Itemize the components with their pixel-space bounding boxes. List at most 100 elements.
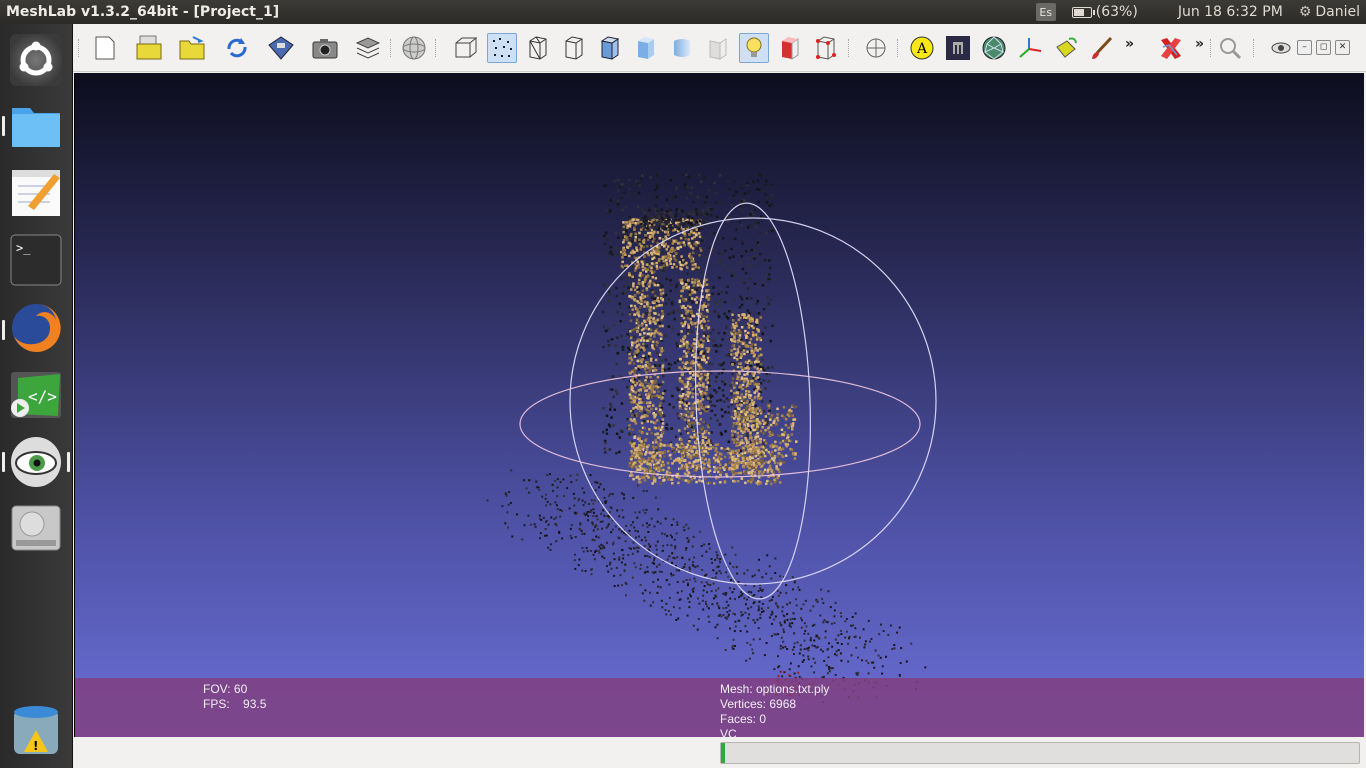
- point: [719, 398, 722, 402]
- paint-button[interactable]: [1051, 33, 1081, 63]
- minimize-subwindow-button[interactable]: –: [1297, 40, 1312, 55]
- meshlab-view-button[interactable]: [1266, 33, 1296, 63]
- trackball-sphere-button[interactable]: [399, 33, 429, 63]
- point: [687, 584, 689, 587]
- point: [656, 394, 659, 397]
- restore-subwindow-button[interactable]: ◻: [1316, 40, 1331, 55]
- show-layers-button[interactable]: [353, 33, 383, 63]
- point: [808, 646, 810, 649]
- point: [692, 469, 696, 472]
- save-button[interactable]: [266, 33, 296, 63]
- point: [664, 335, 668, 338]
- point: [715, 551, 718, 554]
- launcher-terminal[interactable]: >_: [10, 234, 62, 286]
- light-toggle-button[interactable]: [739, 33, 769, 63]
- point: [742, 462, 745, 465]
- selected-faces-button[interactable]: [811, 33, 841, 63]
- point: [687, 367, 690, 370]
- point: [750, 416, 753, 420]
- point-cloud-scene[interactable]: [75, 73, 1364, 737]
- delete-selection-button[interactable]: [1156, 33, 1186, 63]
- trackball-toggle-button[interactable]: [861, 33, 891, 63]
- point: [734, 625, 737, 628]
- new-document-button[interactable]: [90, 33, 120, 63]
- raster-button[interactable]: [943, 33, 973, 63]
- point: [771, 457, 774, 460]
- point: [686, 272, 689, 275]
- point: [643, 410, 646, 414]
- point: [603, 514, 606, 517]
- point: [688, 558, 691, 561]
- point: [669, 534, 672, 537]
- point: [741, 267, 745, 271]
- point: [801, 660, 804, 663]
- launcher-disk[interactable]: [10, 502, 62, 554]
- point: [712, 482, 716, 485]
- zoom-button[interactable]: [1215, 33, 1245, 63]
- launcher-text-editor[interactable]: [10, 166, 62, 218]
- point: [756, 241, 759, 244]
- launcher-code-editor[interactable]: </>: [10, 370, 62, 422]
- point: [701, 599, 704, 602]
- close-subwindow-button[interactable]: ✕: [1335, 40, 1350, 55]
- point: [750, 346, 753, 350]
- point: [698, 422, 701, 426]
- launcher-ubuntu-dash[interactable]: [10, 34, 62, 86]
- toolbar-overflow-chevron[interactable]: »: [1125, 36, 1134, 52]
- wireframe-render-button[interactable]: [523, 33, 553, 63]
- launcher-trash[interactable]: !: [10, 704, 62, 756]
- point: [689, 466, 692, 469]
- main-toolbar: A » » – ◻ ✕: [73, 24, 1366, 72]
- point: [822, 602, 825, 605]
- keyboard-layout-indicator[interactable]: Es: [1035, 3, 1056, 21]
- clock[interactable]: Jun 18 6:32 PM: [1178, 4, 1283, 20]
- point: [603, 557, 606, 560]
- launcher-firefox[interactable]: [10, 302, 62, 354]
- point: [744, 360, 748, 364]
- user-menu[interactable]: ⚙ Daniel: [1299, 4, 1360, 20]
- toolbar-overflow-chevron[interactable]: »: [1195, 36, 1204, 52]
- point: [658, 347, 662, 350]
- flat-lines-render-button[interactable]: [595, 33, 625, 63]
- bounding-box-button[interactable]: [451, 33, 481, 63]
- battery-indicator[interactable]: (63%): [1071, 4, 1138, 20]
- point: [724, 410, 727, 414]
- point: [645, 539, 647, 542]
- point: [674, 215, 677, 218]
- mesh-quality-button[interactable]: [979, 33, 1009, 63]
- point: [717, 466, 720, 470]
- point: [803, 648, 806, 651]
- point: [691, 388, 694, 391]
- annotation-button[interactable]: A: [907, 33, 937, 63]
- point: [641, 337, 644, 340]
- delete-x-icon: [1161, 38, 1181, 59]
- points-render-button[interactable]: [487, 33, 517, 63]
- point: [695, 454, 699, 457]
- flat-render-button[interactable]: [631, 33, 661, 63]
- reload-button[interactable]: [222, 33, 252, 63]
- point: [671, 462, 674, 465]
- point: [665, 248, 668, 251]
- point: [659, 428, 663, 432]
- screenshot-button[interactable]: [310, 33, 340, 63]
- point: [676, 412, 679, 415]
- manipulator-button[interactable]: [1015, 33, 1045, 63]
- import-mesh-button[interactable]: [178, 33, 208, 63]
- point: [702, 421, 705, 424]
- point: [635, 396, 639, 400]
- point: [631, 465, 634, 469]
- back-face-button[interactable]: [775, 33, 805, 63]
- brush-button[interactable]: [1087, 33, 1117, 63]
- launcher-files[interactable]: [10, 100, 62, 152]
- point: [675, 344, 679, 348]
- hidden-lines-render-button[interactable]: [559, 33, 589, 63]
- launcher-meshlab[interactable]: [10, 436, 62, 488]
- point: [608, 290, 611, 293]
- 3d-viewport[interactable]: FOV: 60 FPS: 93.5 Mesh: options.txt.ply …: [74, 73, 1364, 737]
- point: [701, 308, 705, 311]
- texture-render-button[interactable]: [703, 33, 733, 63]
- smooth-render-button[interactable]: [667, 33, 697, 63]
- point: [735, 381, 738, 385]
- open-project-button[interactable]: [135, 33, 165, 63]
- info-overlay: FOV: 60 FPS: 93.5 Mesh: options.txt.ply …: [75, 678, 1364, 737]
